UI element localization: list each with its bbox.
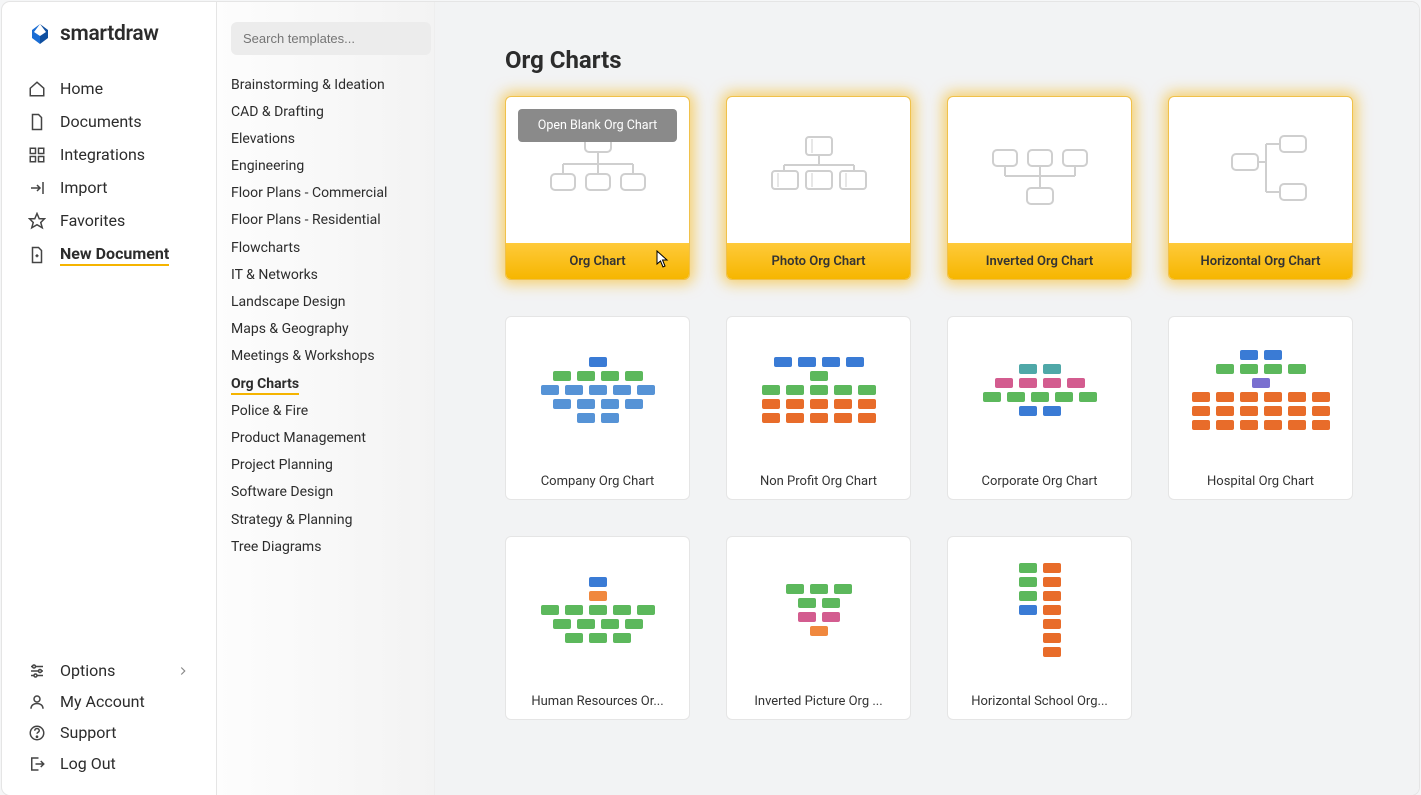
account-icon (28, 693, 46, 711)
import-icon (28, 179, 46, 197)
template-label: Horizontal Org Chart (1169, 243, 1352, 279)
category-item[interactable]: IT & Networks (231, 261, 418, 288)
template-label: Non Profit Org Chart (727, 463, 910, 499)
sidebar-item-integrations[interactable]: Integrations (2, 138, 216, 171)
sidebar-item-label: Import (60, 178, 108, 197)
category-item[interactable]: Landscape Design (231, 289, 418, 316)
category-item[interactable]: Tree Diagrams (231, 533, 418, 560)
template-preview (948, 317, 1131, 463)
category-item[interactable]: CAD & Drafting (231, 98, 418, 125)
sidebar-item-favorites[interactable]: Favorites (2, 204, 216, 237)
sidebar-item-import[interactable]: Import (2, 171, 216, 204)
template-card[interactable]: Human Resources Or... (505, 536, 690, 720)
template-preview (727, 97, 910, 243)
logo-text: smartdraw (60, 22, 159, 46)
category-item[interactable]: Strategy & Planning (231, 506, 418, 533)
support-icon (28, 724, 46, 742)
star-icon (28, 212, 46, 230)
sidebar-item-documents[interactable]: Documents (2, 105, 216, 138)
search-input[interactable] (231, 22, 431, 55)
logo-icon (28, 22, 52, 46)
template-card[interactable]: Open Blank Org Chart Org Chart (505, 96, 690, 280)
template-card[interactable]: Inverted Picture Org ... (726, 536, 911, 720)
sidebar-item-log-out[interactable]: Log Out (2, 748, 216, 779)
template-label: Inverted Org Chart (948, 243, 1131, 279)
template-preview (1169, 97, 1352, 243)
sidebar-bottom: Options My Account Support Log Out (2, 655, 216, 779)
template-card[interactable]: Hospital Org Chart (1168, 316, 1353, 500)
category-list: Brainstorming & IdeationCAD & DraftingEl… (231, 71, 418, 560)
page-title: Org Charts (505, 46, 1349, 74)
template-preview (948, 537, 1131, 683)
template-preview (948, 97, 1131, 243)
template-preview (727, 537, 910, 683)
template-card[interactable]: Company Org Chart (505, 316, 690, 500)
template-grid: Open Blank Org Chart Org Chart Photo Org … (505, 96, 1349, 720)
template-card[interactable]: Corporate Org Chart (947, 316, 1132, 500)
sidebar-item-label: My Account (60, 692, 145, 711)
template-card[interactable]: Inverted Org Chart (947, 96, 1132, 280)
sidebar-item-label: Options (60, 661, 115, 680)
category-item[interactable]: Police & Fire (231, 397, 418, 424)
template-card[interactable]: Horizontal Org Chart (1168, 96, 1353, 280)
template-preview (727, 317, 910, 463)
category-item[interactable]: Meetings & Workshops (231, 343, 418, 370)
sidebar: smartdraw Home Documents Integrations Im… (2, 2, 217, 795)
sidebar-item-options[interactable]: Options (2, 655, 216, 686)
sidebar-item-label: Integrations (60, 145, 145, 164)
template-card[interactable]: Non Profit Org Chart (726, 316, 911, 500)
sidebar-item-support[interactable]: Support (2, 717, 216, 748)
template-label: Photo Org Chart (727, 243, 910, 279)
category-item[interactable]: Flowcharts (231, 234, 418, 261)
home-icon (28, 80, 46, 98)
logo: smartdraw (2, 22, 216, 64)
document-icon (28, 113, 46, 131)
options-icon (28, 662, 46, 680)
category-item[interactable]: Brainstorming & Ideation (231, 71, 418, 98)
category-column: Brainstorming & IdeationCAD & DraftingEl… (217, 2, 435, 795)
category-item[interactable]: Software Design (231, 479, 418, 506)
chevron-right-icon (176, 664, 190, 678)
main-area: Org Charts Open Blank Org Chart Org Chart… (435, 2, 1419, 795)
logout-icon (28, 755, 46, 773)
template-preview (506, 537, 689, 683)
sidebar-item-label: Documents (60, 112, 142, 131)
template-label: Company Org Chart (506, 463, 689, 499)
sidebar-item-home[interactable]: Home (2, 72, 216, 105)
new-doc-icon (28, 246, 46, 264)
search-row (231, 22, 418, 55)
sidebar-item-label: New Document (60, 244, 169, 266)
sidebar-item-label: Favorites (60, 211, 125, 230)
category-item[interactable]: Floor Plans - Residential (231, 207, 418, 234)
category-item[interactable]: Maps & Geography (231, 316, 418, 343)
category-item[interactable]: Engineering (231, 153, 418, 180)
sidebar-nav: Home Documents Integrations Import Favor… (2, 64, 216, 655)
template-label: Inverted Picture Org ... (727, 683, 910, 719)
integrations-icon (28, 146, 46, 164)
template-preview: Open Blank Org Chart (506, 97, 689, 243)
sidebar-item-label: Support (60, 723, 116, 742)
open-blank-badge[interactable]: Open Blank Org Chart (518, 109, 677, 142)
sidebar-item-my-account[interactable]: My Account (2, 686, 216, 717)
template-label: Corporate Org Chart (948, 463, 1131, 499)
category-item[interactable]: Project Planning (231, 452, 418, 479)
template-card[interactable]: Horizontal School Org... (947, 536, 1132, 720)
category-item[interactable]: Elevations (231, 125, 418, 152)
template-label: Org Chart (506, 243, 689, 279)
template-preview (1169, 317, 1352, 463)
category-item[interactable]: Floor Plans - Commercial (231, 180, 418, 207)
category-item[interactable]: Org Charts (231, 370, 418, 397)
template-label: Horizontal School Org... (948, 683, 1131, 719)
template-preview (506, 317, 689, 463)
sidebar-item-label: Home (60, 79, 103, 98)
sidebar-item-new-document[interactable]: New Document (2, 237, 216, 273)
sidebar-item-label: Log Out (60, 754, 116, 773)
category-item[interactable]: Product Management (231, 424, 418, 451)
template-label: Human Resources Or... (506, 683, 689, 719)
template-label: Hospital Org Chart (1169, 463, 1352, 499)
template-card[interactable]: Photo Org Chart (726, 96, 911, 280)
app-shell: smartdraw Home Documents Integrations Im… (2, 2, 1419, 795)
